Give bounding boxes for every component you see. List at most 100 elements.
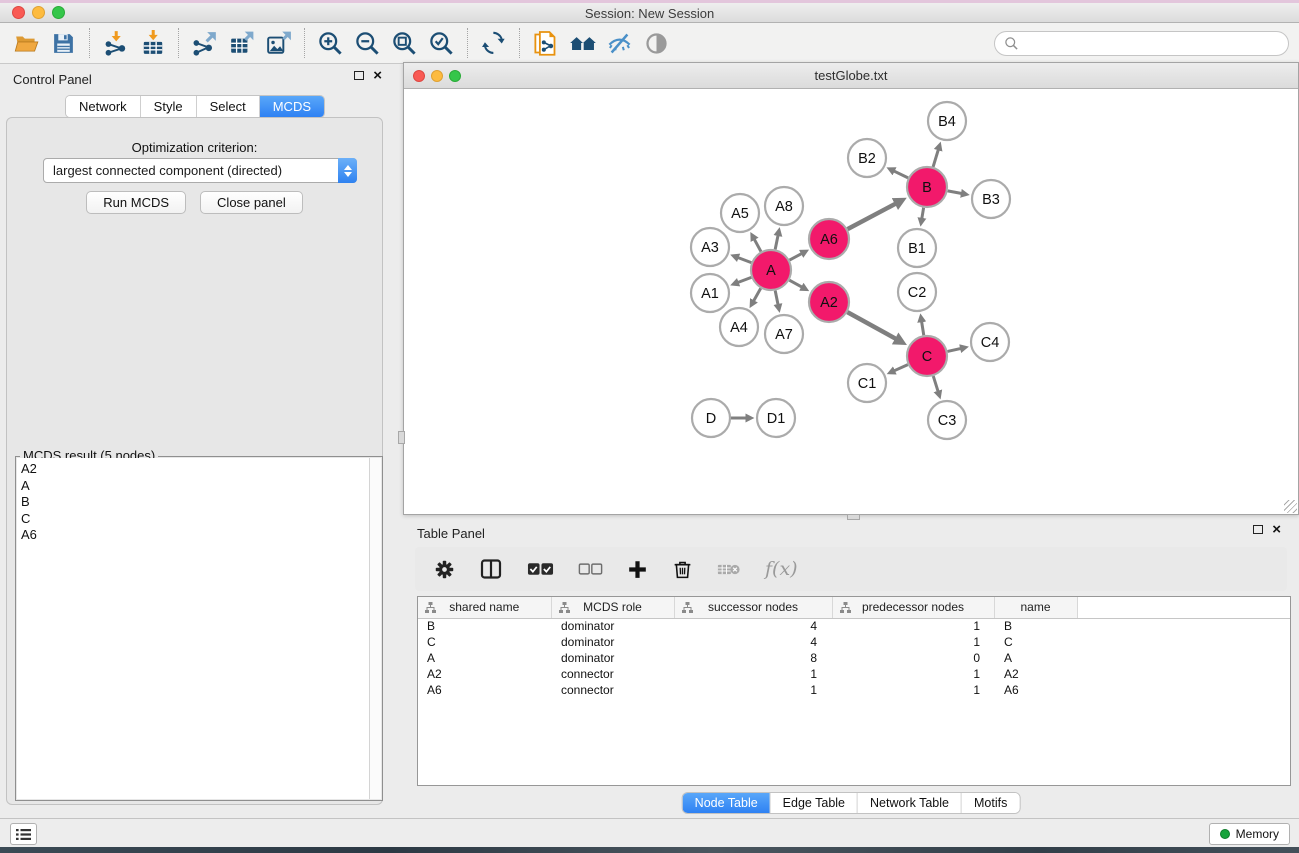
table-cell[interactable]: 8 [674,650,832,666]
tab-node-table[interactable]: Node Table [683,793,771,813]
import-table-icon[interactable] [134,26,171,60]
table-row[interactable]: A6connector11A6 [418,682,1290,698]
mcds-result-scrollbar[interactable] [369,458,381,799]
graph-edge-A6-B[interactable] [848,203,896,229]
tab-mcds[interactable]: MCDS [260,96,324,117]
table-cell[interactable]: A [994,650,1077,666]
graph-edge-B-B4[interactable] [933,149,938,166]
table-cell[interactable]: 1 [832,634,994,650]
graph-edge-C-C2[interactable] [922,321,924,335]
add-column-icon[interactable] [627,559,648,580]
table-cell[interactable]: A [418,650,551,666]
mcds-result-item[interactable]: A6 [21,527,369,544]
table-cell[interactable]: 1 [674,682,832,698]
zoom-fit-icon[interactable] [386,26,423,60]
close-panel-icon[interactable]: × [373,71,382,80]
graph-edge-C-C3[interactable] [933,376,938,392]
mcds-result-item[interactable]: A2 [21,461,369,478]
run-mcds-button[interactable]: Run MCDS [86,191,186,214]
export-table-icon[interactable] [223,26,260,60]
close-table-panel-icon[interactable]: × [1272,525,1281,534]
table-cell[interactable]: 1 [832,666,994,682]
memory-button[interactable]: Memory [1209,823,1290,845]
first-neighbors-icon[interactable] [564,26,601,60]
table-row[interactable]: Bdominator41B [418,618,1290,634]
show-columns-icon[interactable] [479,557,503,581]
graph-edge-A-A7[interactable] [775,291,778,305]
table-cell[interactable]: connector [551,682,674,698]
table-cell[interactable]: connector [551,666,674,682]
zoom-selected-icon[interactable] [423,26,460,60]
search-field[interactable] [994,31,1289,56]
table-cell[interactable]: dominator [551,618,674,634]
graph-edge-B-B3[interactable] [948,191,962,194]
table-cell[interactable]: A6 [418,682,551,698]
graph-edge-A-A1[interactable] [738,277,752,282]
table-cell[interactable]: A6 [994,682,1077,698]
table-cell[interactable]: dominator [551,650,674,666]
graph-edge-A-A6[interactable] [790,253,802,260]
float-table-panel-icon[interactable] [1253,525,1263,534]
mcds-result-item[interactable]: A [21,478,369,495]
table-cell[interactable]: C [418,634,551,650]
col-mcds-role[interactable]: MCDS role [551,597,674,618]
search-input[interactable] [1025,36,1275,51]
table-cell[interactable]: 0 [832,650,994,666]
window-resize-grip[interactable] [1284,500,1297,513]
tab-edge-table[interactable]: Edge Table [771,793,858,813]
table-cell[interactable]: B [418,618,551,634]
zoom-in-icon[interactable] [312,26,349,60]
mcds-result-list[interactable]: A2ABCA6 [17,458,369,799]
delete-table-icon[interactable] [717,561,741,578]
table-row[interactable]: Cdominator41C [418,634,1290,650]
tab-network[interactable]: Network [66,96,141,117]
graph-edge-C-C4[interactable] [947,348,961,351]
function-builder-icon[interactable]: f(x) [765,558,798,580]
table-cell[interactable]: A2 [994,666,1077,682]
tab-motifs[interactable]: Motifs [962,793,1019,813]
table-cell[interactable]: A2 [418,666,551,682]
table-cell[interactable]: B [994,618,1077,634]
zoom-out-icon[interactable] [349,26,386,60]
task-history-button[interactable] [10,823,37,845]
show-all-icon[interactable] [638,26,675,60]
table-cell[interactable]: dominator [551,634,674,650]
graph-edge-C-C1[interactable] [894,365,908,371]
save-session-icon[interactable] [45,26,82,60]
graph-edge-A-A4[interactable] [754,288,761,301]
graph-edge-A-A5[interactable] [754,239,761,251]
table-settings-icon[interactable] [434,559,455,580]
graph-edge-A2-C[interactable] [847,312,896,339]
import-network-icon[interactable] [97,26,134,60]
table-cell[interactable]: 4 [674,618,832,634]
col-shared-name[interactable]: shared name [418,597,551,618]
mcds-result-item[interactable]: C [21,511,369,528]
col-predecessor-nodes[interactable]: predecessor nodes [832,597,994,618]
graph-edge-B-B1[interactable] [922,208,924,219]
table-cell[interactable]: 4 [674,634,832,650]
table-cell[interactable]: 1 [832,682,994,698]
col-name[interactable]: name [994,597,1077,618]
float-panel-icon[interactable] [354,71,364,80]
export-image-icon[interactable] [260,26,297,60]
table-cell[interactable]: 1 [674,666,832,682]
export-network-icon[interactable] [186,26,223,60]
graph-edge-B-B2[interactable] [894,171,908,178]
network-graph[interactable]: B4B2BB3A8A5A6A3B1AC2A1A2A4A7C4CC1C3DD1 [404,89,1298,515]
delete-columns-icon[interactable] [672,559,693,580]
apply-layout-icon[interactable] [475,26,512,60]
graph-edge-A-A3[interactable] [738,257,752,262]
tab-style[interactable]: Style [141,96,197,117]
optimization-criterion-select[interactable]: largest connected component (directed) [43,158,357,183]
network-window-titlebar[interactable]: testGlobe.txt [404,63,1298,89]
col-successor-nodes[interactable]: successor nodes [674,597,832,618]
select-all-rows-icon[interactable] [527,560,554,578]
table-row[interactable]: A2connector11A2 [418,666,1290,682]
new-network-from-selection-icon[interactable] [527,26,564,60]
tab-select[interactable]: Select [197,96,260,117]
network-canvas[interactable]: B4B2BB3A8A5A6A3B1AC2A1A2A4A7C4CC1C3DD1 [404,89,1298,514]
graph-edge-A-A8[interactable] [775,235,778,249]
open-file-icon[interactable] [8,26,45,60]
table-row[interactable]: Adominator80A [418,650,1290,666]
deselect-all-rows-icon[interactable] [578,561,603,577]
